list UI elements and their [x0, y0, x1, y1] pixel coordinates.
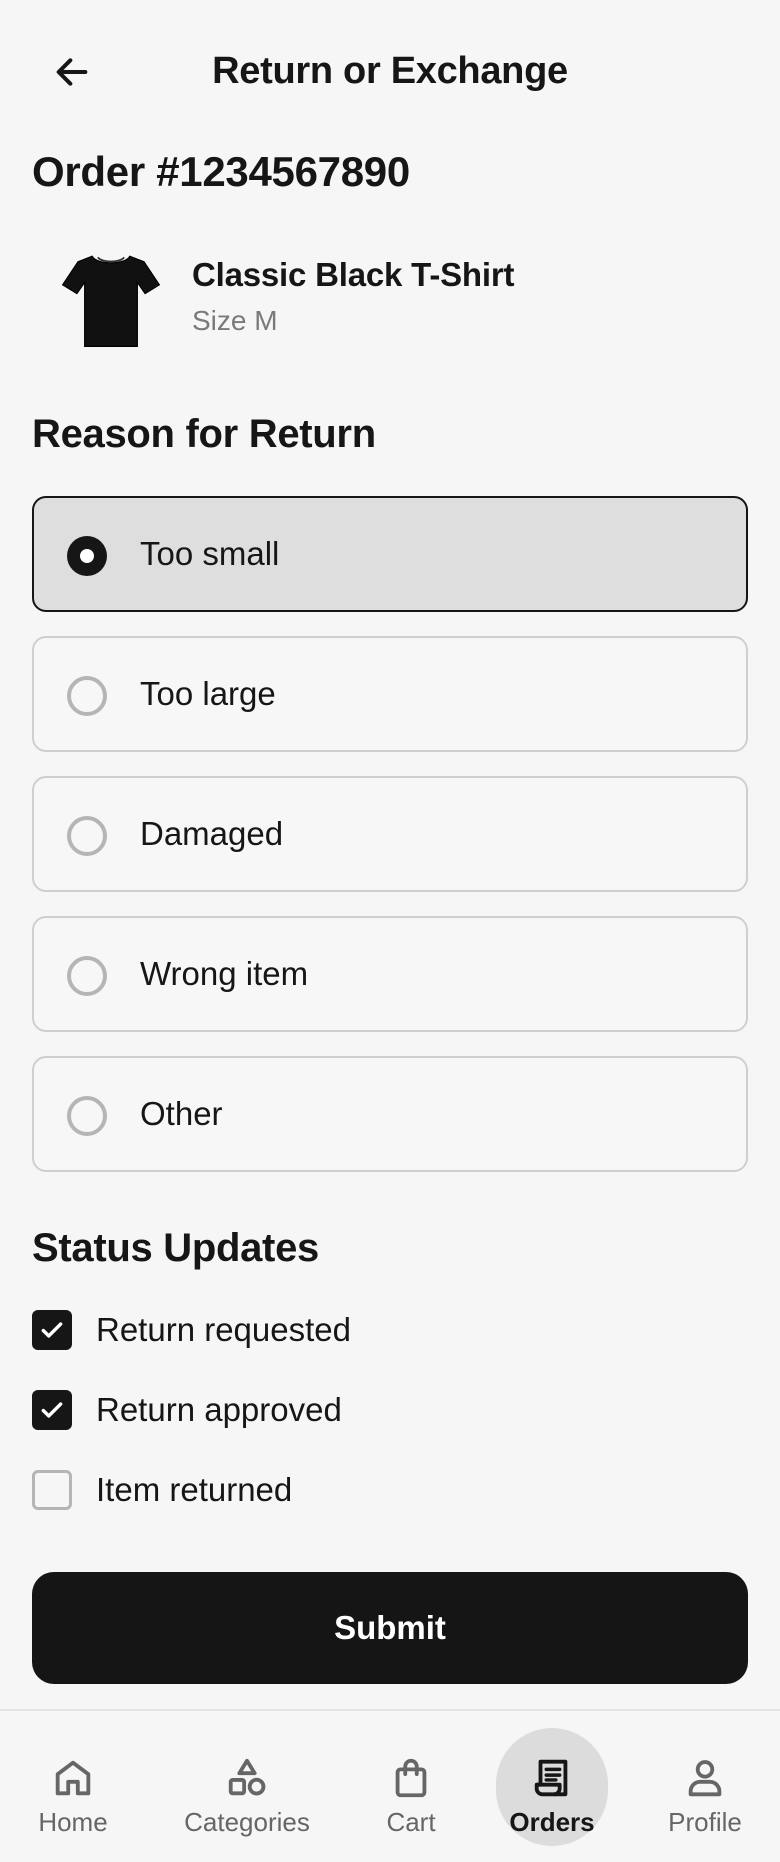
reason-option-label: Wrong item	[140, 955, 309, 992]
check-icon	[41, 1402, 63, 1418]
check-icon	[41, 1322, 63, 1338]
nav-label: Categories	[184, 1807, 310, 1837]
status-item-label: Item returned	[96, 1471, 293, 1508]
categories-icon	[228, 1758, 266, 1796]
nav-label: Home	[38, 1807, 108, 1837]
reason-option-too-large[interactable]: Too large	[32, 636, 748, 752]
product-summary: Classic Black T-Shirt Size M	[32, 230, 748, 358]
reason-section-title: Reason for Return	[32, 412, 376, 456]
shopping-bag-icon	[395, 1758, 427, 1798]
radio-button[interactable]	[67, 816, 107, 856]
status-section-title: Status Updates	[32, 1226, 319, 1270]
checkbox-unchecked[interactable]	[32, 1470, 72, 1510]
radio-button[interactable]	[67, 956, 107, 996]
radio-button[interactable]	[67, 676, 107, 716]
nav-label: Orders	[509, 1807, 595, 1837]
product-name: Classic Black T-Shirt	[192, 256, 515, 293]
status-item-return-approved[interactable]: Return approved	[32, 1390, 748, 1470]
nav-label: Cart	[386, 1807, 436, 1837]
reason-option-label: Too small	[140, 535, 280, 572]
radio-button-selected[interactable]	[67, 536, 107, 576]
person-icon	[688, 1760, 722, 1797]
product-image	[46, 238, 176, 358]
reason-radio-group: Too small Too large Damaged Wrong item O…	[32, 496, 748, 1196]
reason-option-label: Damaged	[140, 815, 284, 852]
status-checklist: Return requested Return approved Item re…	[32, 1310, 748, 1550]
product-size: Size M	[192, 305, 278, 336]
status-item-label: Return approved	[96, 1391, 342, 1428]
nav-label: Profile	[668, 1807, 742, 1837]
reason-option-label: Other	[140, 1095, 223, 1132]
order-number: Order #1234567890	[32, 148, 410, 195]
reason-option-too-small[interactable]: Too small	[32, 496, 748, 612]
reason-option-wrong-item[interactable]: Wrong item	[32, 916, 748, 1032]
receipt-icon	[534, 1759, 568, 1797]
checkbox-checked[interactable]	[32, 1310, 72, 1350]
status-item-return-requested[interactable]: Return requested	[32, 1310, 748, 1390]
reason-option-label: Too large	[140, 675, 276, 712]
reason-option-other[interactable]: Other	[32, 1056, 748, 1172]
bottom-navigation: Home Categories Cart Orders Profile	[0, 1709, 780, 1862]
nav-item-orders[interactable]: Orders	[477, 1731, 627, 1851]
radio-button[interactable]	[67, 1096, 107, 1136]
nav-item-categories[interactable]: Categories	[172, 1731, 322, 1851]
checkbox-checked[interactable]	[32, 1390, 72, 1430]
reason-option-damaged[interactable]: Damaged	[32, 776, 748, 892]
nav-item-home[interactable]: Home	[0, 1731, 148, 1851]
nav-item-profile[interactable]: Profile	[630, 1731, 780, 1851]
submit-button[interactable]: Submit	[32, 1572, 748, 1684]
tshirt-icon	[61, 255, 161, 347]
status-item-label: Return requested	[96, 1311, 351, 1348]
status-item-item-returned[interactable]: Item returned	[32, 1470, 748, 1550]
top-app-bar: Return or Exchange	[0, 0, 780, 146]
page-title: Return or Exchange	[212, 50, 568, 92]
nav-item-cart[interactable]: Cart	[336, 1731, 486, 1851]
home-icon	[55, 1760, 91, 1796]
